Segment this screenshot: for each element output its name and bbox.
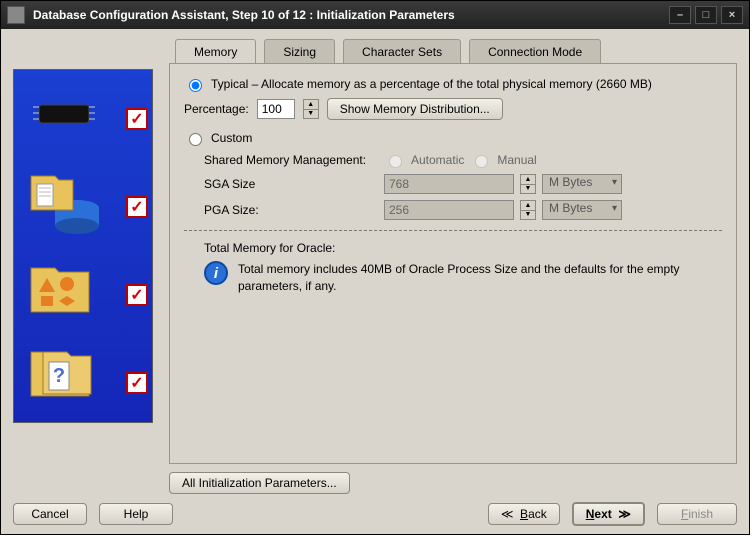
sidebar-step-3 [20, 256, 146, 324]
show-memory-distribution-button[interactable]: Show Memory Distribution... [327, 98, 503, 120]
wizard-sidebar: ? [13, 69, 153, 423]
stepper-up-icon[interactable]: ▲ [304, 100, 318, 109]
all-init-params-button[interactable]: All Initialization Parameters... [169, 472, 350, 494]
info-icon: i [204, 261, 228, 285]
percentage-stepper[interactable]: ▲ ▼ [303, 99, 319, 119]
maximize-button[interactable]: □ [695, 6, 717, 24]
back-button[interactable]: ≪ Back [488, 503, 560, 525]
minimize-button[interactable]: – [669, 6, 691, 24]
radio-custom[interactable] [189, 133, 202, 146]
tab-character-sets[interactable]: Character Sets [343, 39, 461, 63]
app-icon [7, 6, 25, 24]
pga-stepper: ▲▼ [520, 200, 536, 220]
shared-mgmt-label: Shared Memory Management: [204, 153, 384, 167]
percentage-input[interactable] [257, 99, 295, 119]
title-bar: Database Configuration Assistant, Step 1… [1, 1, 749, 29]
radio-manual [475, 155, 488, 168]
stepper-down-icon[interactable]: ▼ [304, 109, 318, 119]
total-memory-text: Total memory includes 40MB of Oracle Pro… [238, 261, 722, 295]
tab-sizing[interactable]: Sizing [264, 39, 335, 63]
sga-label: SGA Size [204, 177, 384, 191]
radio-typical[interactable] [189, 79, 202, 92]
check-icon [126, 108, 148, 130]
help-button[interactable]: Help [99, 503, 173, 525]
tab-connection-mode[interactable]: Connection Mode [469, 39, 601, 63]
radio-automatic [389, 155, 402, 168]
shapes-folder-icon [26, 262, 106, 320]
check-icon [126, 372, 148, 394]
pga-unit-select: M Bytes [542, 200, 622, 220]
sidebar-step-4: ? [20, 344, 146, 412]
automatic-label: Automatic [411, 153, 464, 167]
finish-button: Finish [657, 503, 737, 525]
tab-memory[interactable]: Memory [175, 39, 256, 63]
typical-label: Typical – Allocate memory as a percentag… [211, 77, 652, 91]
tab-row: Memory Sizing Character Sets Connection … [175, 39, 737, 63]
sga-stepper: ▲▼ [520, 174, 536, 194]
next-button[interactable]: Next ≫ [572, 502, 645, 526]
pga-label: PGA Size: [204, 203, 384, 217]
sga-unit-select: M Bytes [542, 174, 622, 194]
folders-db-icon [26, 174, 106, 232]
manual-label: Manual [497, 153, 536, 167]
pga-input [384, 200, 514, 220]
separator [184, 230, 722, 231]
footer-buttons: Cancel Help ≪ Back Next ≫ Finish [13, 494, 737, 526]
svg-text:?: ? [53, 365, 65, 387]
window-title: Database Configuration Assistant, Step 1… [33, 8, 455, 22]
question-folder-icon: ? [26, 350, 106, 408]
chip-icon [26, 86, 106, 144]
tab-panel-memory: Typical – Allocate memory as a percentag… [169, 63, 737, 464]
close-button[interactable]: × [721, 6, 743, 24]
custom-label: Custom [211, 131, 252, 145]
sidebar-step-2 [20, 168, 146, 236]
percentage-label: Percentage: [184, 102, 249, 116]
check-icon [126, 284, 148, 306]
total-memory-label: Total Memory for Oracle: [204, 241, 722, 255]
sidebar-step-1 [20, 80, 146, 148]
cancel-button[interactable]: Cancel [13, 503, 87, 525]
check-icon [126, 196, 148, 218]
sga-input [384, 174, 514, 194]
